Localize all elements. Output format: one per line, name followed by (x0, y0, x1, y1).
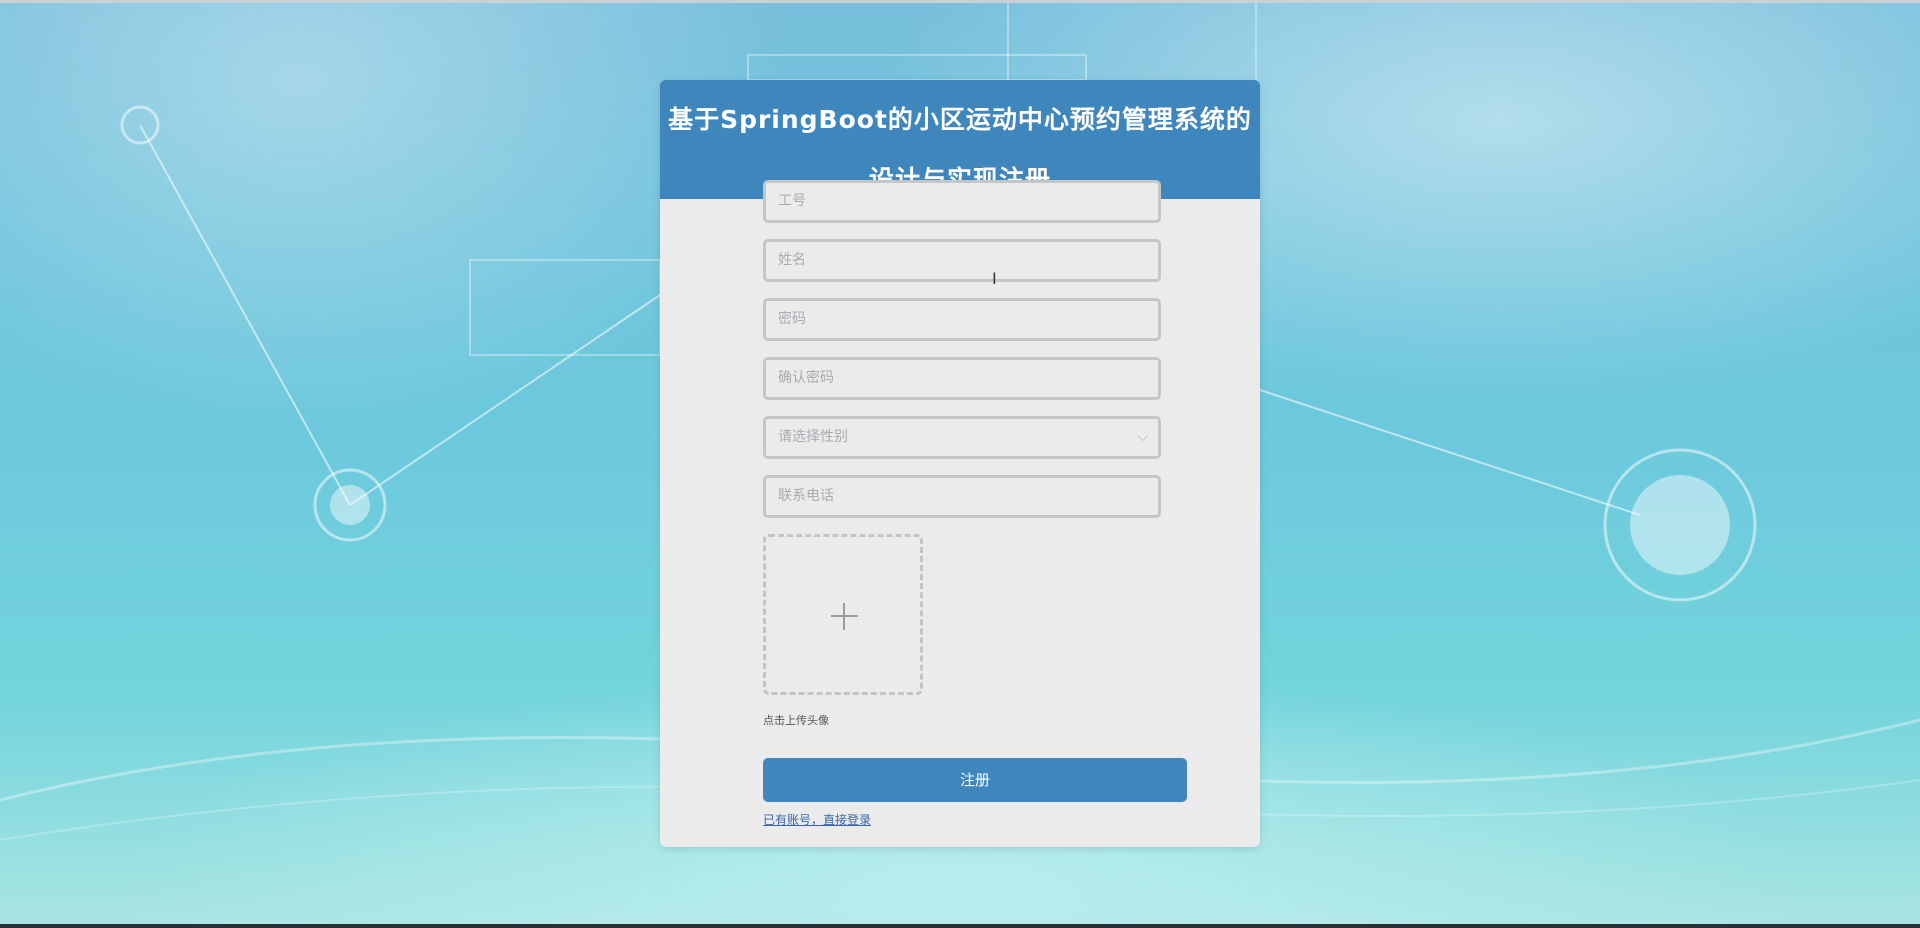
plus-icon-vertical (843, 603, 845, 630)
upload-avatar-label: 点击上传头像 (763, 714, 829, 727)
confirm-password-placeholder: 确认密码 (778, 370, 834, 386)
name-input[interactable]: 姓名 (763, 239, 1161, 282)
login-link[interactable]: 已有账号，直接登录 (763, 811, 871, 828)
password-input[interactable]: 密码 (763, 298, 1161, 341)
text-cursor-icon: I (992, 269, 997, 288)
employee-id-placeholder: 工号 (778, 193, 806, 209)
top-border-line (0, 0, 1920, 3)
chevron-down-icon: ⌵ (1137, 429, 1148, 445)
employee-id-input[interactable]: 工号 (763, 180, 1161, 223)
register-button[interactable]: 注册 (763, 758, 1187, 802)
phone-input[interactable]: 联系电话 (763, 475, 1161, 518)
page-title-line1: 基于SpringBoot的小区运动中心预约管理系统的 (668, 105, 1252, 134)
confirm-password-input[interactable]: 确认密码 (763, 357, 1161, 400)
gender-select[interactable]: 请选择性别 ⌵ (763, 416, 1161, 459)
phone-placeholder: 联系电话 (778, 488, 834, 504)
gender-placeholder: 请选择性别 (778, 429, 848, 445)
bottom-taskbar-edge (0, 924, 1920, 928)
avatar-upload-button[interactable] (763, 534, 923, 695)
password-placeholder: 密码 (778, 311, 806, 327)
name-placeholder: 姓名 (778, 252, 806, 268)
